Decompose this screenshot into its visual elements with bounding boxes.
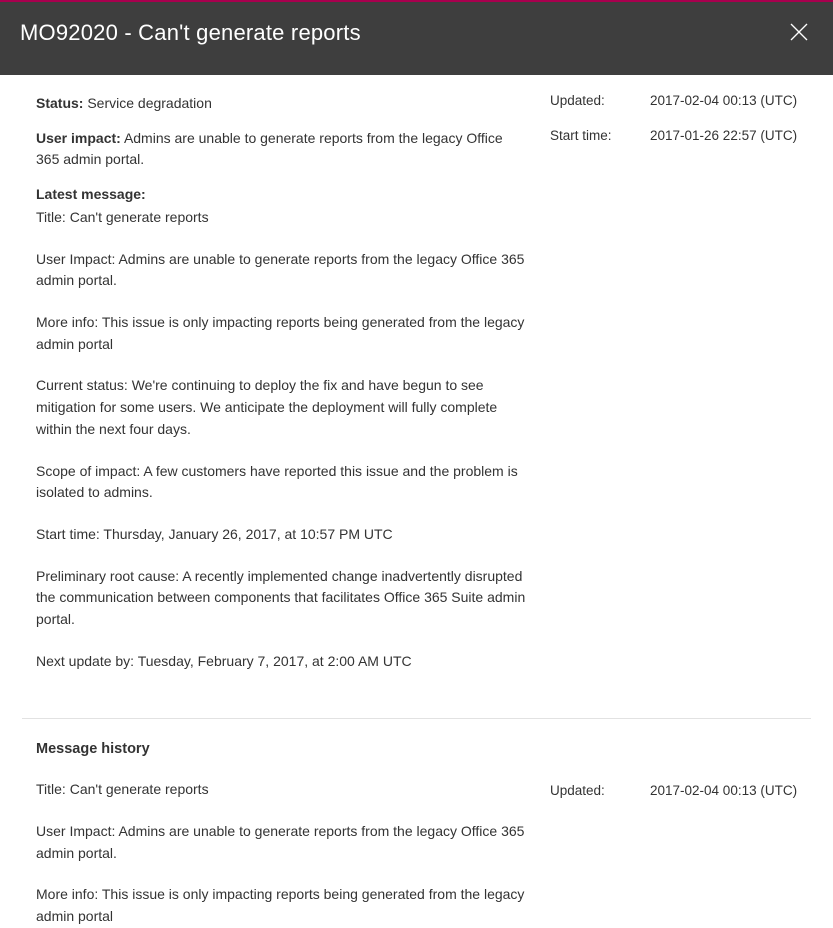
user-impact-label: User impact: [36,130,121,146]
updated-row: Updated: 2017-02-04 00:13 (UTC) [550,93,811,108]
history-title: Title: Can't generate reports [36,779,526,801]
history-user-impact: User Impact: Admins are unable to genera… [36,821,526,864]
close-button[interactable] [787,20,811,49]
main-column: Status: Service degradation User impact:… [36,93,526,692]
content-area: Status: Service degradation User impact:… [0,75,833,692]
status-label: Status: [36,95,83,111]
history-updated-value: 2017-02-04 00:13 (UTC) [650,783,797,798]
status-value: Service degradation [87,95,212,111]
panel-title: MO92020 - Can't generate reports [20,20,361,46]
history-updated-row: Updated: 2017-02-04 00:13 (UTC) [550,783,811,798]
latest-message-field: Latest message: [36,184,526,205]
message-history-heading: Message history [36,741,526,757]
latest-root-cause: Preliminary root cause: A recently imple… [36,566,526,631]
history-more-info: More info: This issue is only impacting … [36,884,526,927]
latest-title: Title: Can't generate reports [36,207,526,229]
updated-value: 2017-02-04 00:13 (UTC) [650,93,797,108]
latest-scope: Scope of impact: A few customers have re… [36,461,526,504]
updated-label: Updated: [550,93,650,108]
start-time-label: Start time: [550,128,650,143]
latest-user-impact: User Impact: Admins are unable to genera… [36,249,526,292]
user-impact-field: User impact: Admins are unable to genera… [36,128,526,170]
history-updated-label: Updated: [550,783,650,798]
history-main-column: Message history Title: Can't generate re… [36,741,526,927]
latest-more-info: More info: This issue is only impacting … [36,312,526,355]
side-column: Updated: 2017-02-04 00:13 (UTC) Start ti… [550,93,811,692]
message-history-section: Message history Title: Can't generate re… [0,719,833,927]
history-side-column: Updated: 2017-02-04 00:13 (UTC) [550,741,811,927]
latest-next-update: Next update by: Tuesday, February 7, 201… [36,651,526,673]
panel-header: MO92020 - Can't generate reports [0,2,833,75]
latest-start-time: Start time: Thursday, January 26, 2017, … [36,524,526,546]
latest-message-label: Latest message: [36,184,526,205]
status-field: Status: Service degradation [36,93,526,114]
close-icon [789,22,809,42]
start-time-row: Start time: 2017-01-26 22:57 (UTC) [550,128,811,143]
start-time-value: 2017-01-26 22:57 (UTC) [650,128,797,143]
latest-current-status: Current status: We're continuing to depl… [36,375,526,440]
